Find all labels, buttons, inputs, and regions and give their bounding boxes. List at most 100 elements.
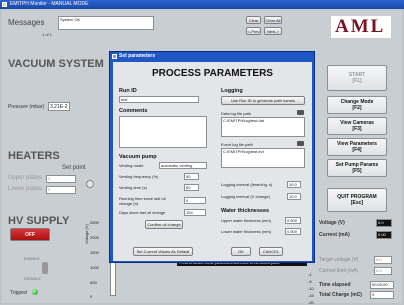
venting-mode-select[interactable]: automatic venting bbox=[159, 162, 207, 169]
change-mode-button[interactable]: Change Mode [F2] bbox=[327, 96, 387, 114]
voltage-axis-label: Voltage (V) bbox=[84, 224, 89, 244]
vacuum-title: VACUUM SYSTEM bbox=[8, 58, 104, 70]
data-log-path-label: Data log file path bbox=[221, 111, 252, 116]
scale-tick: 0 bbox=[90, 294, 93, 299]
event-log-path-label: Event log file path bbox=[221, 142, 253, 147]
voltage-readout-label: Voltage (V) bbox=[319, 220, 345, 226]
set-default-button[interactable]: Set Current Values As Default bbox=[133, 247, 193, 256]
days-since-label: Days since last oil change bbox=[119, 210, 166, 215]
view-cameras-key: [F3] bbox=[352, 126, 362, 132]
setpoint-label: Set point bbox=[62, 165, 86, 171]
comments-input[interactable] bbox=[119, 116, 207, 148]
time-elapsed-value: 00:00:00 bbox=[370, 281, 394, 289]
enable-label: ENABLE bbox=[24, 256, 40, 261]
target-voltage-label: Target voltage (V) bbox=[319, 257, 359, 263]
folder-icon[interactable] bbox=[297, 141, 304, 146]
pressure-value: 3.21E-2 bbox=[48, 102, 70, 111]
target-voltage-input[interactable]: 0.0 bbox=[374, 256, 392, 264]
next-button[interactable]: Next-> bbox=[264, 27, 282, 35]
running-time-value: 0 bbox=[184, 197, 206, 204]
heaters-title: HEATERS bbox=[8, 150, 60, 162]
venting-time-input[interactable]: 60 bbox=[184, 184, 199, 191]
change-mode-key: [F2] bbox=[352, 105, 362, 111]
folder-icon[interactable] bbox=[297, 110, 304, 115]
view-parameters-button[interactable]: View Parameters [F4] bbox=[327, 138, 387, 156]
messages-label: Messages bbox=[8, 18, 45, 27]
messages-display: System OK bbox=[58, 16, 154, 30]
total-charge-label: Total Charge (mC) bbox=[319, 292, 362, 298]
total-charge-value: 0 bbox=[370, 291, 394, 299]
dialog-heading: PROCESS PARAMETERS bbox=[152, 68, 273, 79]
logging-interval-v-input[interactable]: 10.0 bbox=[287, 193, 301, 200]
set-pump-params-button[interactable]: Set Pump Params [F5] bbox=[327, 159, 387, 177]
run-id-input[interactable]: test bbox=[119, 96, 199, 103]
messages-counter: 1 of 1 bbox=[42, 32, 53, 37]
view-cameras-button[interactable]: View Cameras [F3] bbox=[327, 117, 387, 135]
start-button[interactable]: START [F1] bbox=[327, 65, 387, 91]
upper-setpoint-input[interactable]: 0 bbox=[46, 175, 76, 183]
clear-button[interactable]: Clear bbox=[246, 16, 261, 24]
right-scale-tick: -1 bbox=[308, 272, 312, 277]
logging-interval-input[interactable]: 10.0 bbox=[287, 181, 301, 188]
event-log-path-input[interactable]: C:\EMITPH\log\test.evt bbox=[221, 148, 305, 168]
logo-text: AML bbox=[335, 16, 386, 37]
data-log-path-input[interactable]: C:\EMITPH\log\test.dat bbox=[221, 117, 305, 137]
venting-time-label: Venting time (s) bbox=[119, 185, 147, 190]
ok-button[interactable]: OK bbox=[231, 247, 251, 256]
right-scale-tick: -15 bbox=[308, 293, 314, 298]
clear-all-button[interactable]: Clear All bbox=[264, 16, 282, 24]
running-time-label: Running time since last oil change (h) bbox=[119, 196, 166, 206]
disable-label: DISABLE bbox=[24, 276, 41, 281]
lower-setpoint-input[interactable]: 0 bbox=[46, 186, 76, 194]
water-thickness-title: Water thicknesses bbox=[221, 208, 270, 214]
logging-interval-v-label: Logging interval (V change) bbox=[221, 194, 270, 199]
set-parameters-dialog: Set parameters PROCESS PARAMETERS Run ID… bbox=[109, 51, 315, 263]
aml-logo: AML bbox=[331, 16, 391, 38]
time-elapsed-label: Time elapsed bbox=[319, 282, 351, 288]
pressure-label: Pressure (mbar) bbox=[8, 104, 45, 110]
upper-water-label: Upper water thickness (mm) bbox=[221, 218, 272, 223]
upper-water-input[interactable]: 0.500 bbox=[285, 217, 301, 224]
set-pump-params-key: [F5] bbox=[352, 168, 362, 174]
right-scale-tick: -20 bbox=[308, 300, 314, 305]
prev-button[interactable]: <-Prev bbox=[246, 27, 261, 35]
heater-toggle[interactable] bbox=[86, 180, 94, 188]
lower-water-label: Lower water thickness (mm) bbox=[221, 229, 272, 234]
scale-tick: 2500 bbox=[90, 220, 99, 225]
tripped-label: Tripped bbox=[10, 290, 27, 296]
venting-mode-label: Venting mode bbox=[119, 163, 144, 168]
voltage-scale: 2500 2000 1500 1000 500 0 bbox=[86, 220, 110, 299]
venting-frequency-label: Venting frequency (%) bbox=[119, 174, 159, 179]
run-id-label: Run ID bbox=[119, 88, 137, 94]
start-key: [F1] bbox=[352, 78, 362, 84]
right-scale-tick: -5 bbox=[308, 279, 312, 284]
use-run-id-button[interactable]: Use Run ID to generate path names bbox=[221, 96, 305, 105]
dialog-body: PROCESS PARAMETERS Run ID test Comments … bbox=[113, 62, 312, 261]
scale-tick: 1000 bbox=[90, 265, 99, 270]
dialog-icon bbox=[112, 54, 117, 59]
current-readout-label: Current (mA) bbox=[319, 232, 350, 238]
current-limit-input[interactable]: 0.0 bbox=[374, 267, 392, 275]
logging-interval-label: Logging interval (time/chg, s) bbox=[221, 182, 273, 187]
hv-title: HV SUPPLY bbox=[8, 215, 70, 227]
current-readout-value: 0.00 bbox=[376, 231, 392, 239]
app-icon bbox=[2, 2, 7, 7]
quit-program-key: [Esc] bbox=[350, 200, 364, 206]
venting-frequency-input[interactable]: 50 bbox=[184, 173, 199, 180]
view-parameters-key: [F4] bbox=[352, 147, 362, 153]
lower-water-input[interactable]: 0.500 bbox=[285, 228, 301, 235]
tripped-led bbox=[32, 289, 38, 295]
confirm-oil-change-button[interactable]: Confirm oil change bbox=[145, 220, 183, 229]
quit-program-button[interactable]: QUIT PROGRAM [Esc] bbox=[327, 188, 387, 212]
upper-plates-label: Upper plates bbox=[8, 175, 43, 181]
cancel-button[interactable]: CANCEL bbox=[259, 247, 283, 256]
scale-tick: 500 bbox=[90, 280, 97, 285]
scale-tick: 1500 bbox=[90, 250, 99, 255]
hv-off-button[interactable]: OFF bbox=[10, 228, 50, 241]
hv-enable-switch[interactable] bbox=[42, 262, 48, 274]
logging-title: Logging bbox=[221, 88, 243, 94]
right-scale-tick: -10 bbox=[308, 286, 314, 291]
current-limit-label: Current limit (mA) bbox=[319, 268, 359, 274]
dialog-titlebar: Set parameters bbox=[110, 52, 314, 61]
window-titlebar: EMITPH Monitor - MANUAL MODE bbox=[0, 0, 404, 9]
